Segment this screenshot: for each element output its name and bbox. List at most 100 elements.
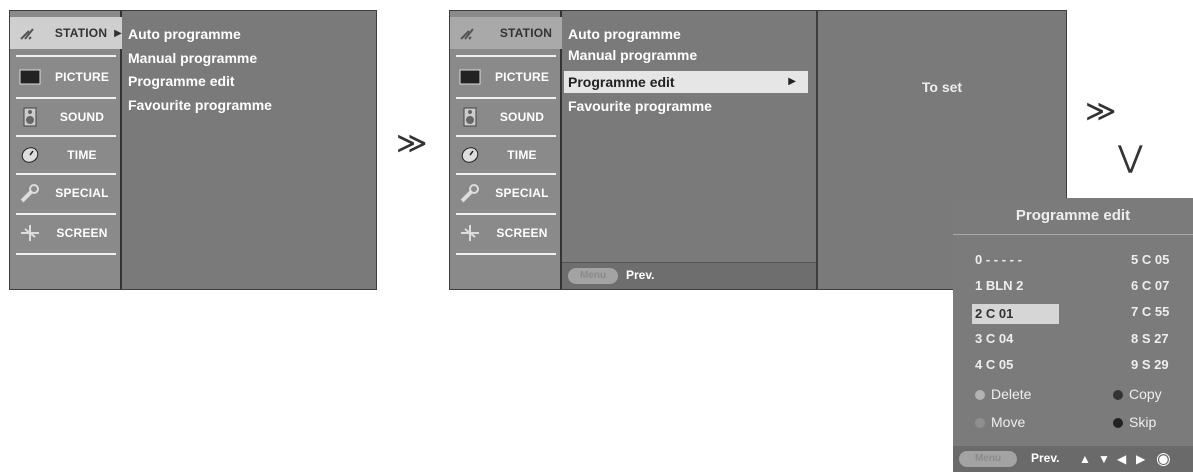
special-icon (458, 184, 482, 203)
green-dot-icon (1113, 390, 1123, 400)
up-arrow-icon[interactable]: ▲ (1079, 452, 1091, 466)
sidebar-item-label: SPECIAL (55, 186, 109, 200)
sidebar-item-picture[interactable]: PICTURE (458, 61, 554, 93)
sidebar-item-time[interactable]: TIME (458, 139, 554, 171)
sidebar-item-label: PICTURE (54, 70, 110, 84)
divider (456, 135, 556, 137)
option-label: Move (991, 414, 1026, 430)
ok-button-icon[interactable]: ◉ (1156, 449, 1171, 469)
sidebar-item-label: STATION (499, 26, 553, 40)
divider (16, 97, 116, 99)
programme-item[interactable]: 7 C 55 (1131, 304, 1169, 319)
picture-icon (18, 68, 42, 86)
menu-item-auto-programme[interactable]: Auto programme (128, 23, 241, 45)
submenu-arrow-icon: ▶ (788, 76, 796, 87)
divider (456, 55, 556, 57)
programme-item[interactable]: 1 BLN 2 (975, 278, 1023, 293)
menu-item-favourite-programme[interactable]: Favourite programme (128, 94, 272, 116)
option-label: Delete (991, 386, 1032, 402)
divider (16, 135, 116, 137)
sidebar-item-label: SPECIAL (495, 186, 549, 200)
sidebar-item-label: STATION (54, 26, 108, 40)
sidebar-item-sound[interactable]: SOUND (18, 101, 114, 133)
copy-option[interactable]: Copy (1113, 386, 1162, 402)
next-step-arrow-icon: ≫ (396, 127, 428, 160)
sidebar-item-sound[interactable]: SOUND (458, 101, 554, 133)
blue-dot-icon (1113, 418, 1123, 428)
station-submenu: Auto programme Manual programme Programm… (562, 11, 816, 289)
screen-icon (18, 224, 42, 242)
submenu-arrow-icon: ▶ (114, 27, 122, 39)
divider (456, 253, 556, 255)
panel-footer: Menu Prev. ▲ ▼ ◀ ▶ ◉ (953, 446, 1193, 472)
divider (456, 213, 556, 215)
prev-label: Prev. (1031, 451, 1060, 465)
sidebar-item-special[interactable]: SPECIAL (18, 177, 114, 209)
programme-item-selected[interactable]: 2 C 01 (972, 304, 1059, 324)
sidebar-item-screen[interactable]: SCREEN (458, 217, 554, 249)
menu-item-programme-edit[interactable]: Programme edit ▶ (564, 71, 808, 93)
programme-item[interactable]: 6 C 07 (1131, 278, 1169, 293)
sidebar-item-label: SOUND (499, 110, 545, 124)
yellow-dot-icon (975, 418, 985, 428)
menu-button[interactable]: Menu (959, 451, 1017, 467)
divider (456, 173, 556, 175)
station-icon (18, 24, 42, 42)
programme-item[interactable]: 5 C 05 (1131, 252, 1169, 267)
station-menu-panel-2: STATION PICTURE SOUND TIME SPECIAL SCREE… (449, 10, 817, 290)
sidebar-item-label: SCREEN (496, 226, 548, 240)
speaker-icon (18, 107, 42, 127)
menu-item-programme-edit[interactable]: Programme edit (128, 70, 235, 92)
programme-item[interactable]: 0 - - - - - (975, 252, 1022, 267)
menu-footer: Menu Prev. (562, 262, 816, 289)
station-menu-panel-1: STATION ▶ PICTURE SOUND TIME SPECIAL SCR… (9, 10, 377, 290)
divider (16, 173, 116, 175)
next-step-arrow-icon: ≫ (1085, 95, 1117, 128)
sidebar-item-special[interactable]: SPECIAL (458, 177, 554, 209)
red-dot-icon (975, 390, 985, 400)
to-set-label: To set (921, 79, 963, 95)
programme-item[interactable]: 8 S 27 (1131, 331, 1169, 346)
programme-edit-panel: Programme edit 0 - - - - - 1 BLN 2 2 C 0… (953, 198, 1193, 472)
special-icon (18, 184, 42, 203)
sidebar: STATION PICTURE SOUND TIME SPECIAL SCREE… (450, 11, 562, 289)
move-option[interactable]: Move (975, 414, 1025, 430)
sidebar-item-station[interactable]: STATION (450, 17, 562, 49)
menu-item-manual-programme[interactable]: Manual programme (568, 44, 697, 66)
sidebar: STATION ▶ PICTURE SOUND TIME SPECIAL SCR… (10, 11, 122, 289)
sidebar-item-time[interactable]: TIME (18, 139, 114, 171)
menu-button[interactable]: Menu (568, 268, 618, 284)
divider (16, 253, 116, 255)
sidebar-item-label: PICTURE (494, 70, 550, 84)
sidebar-item-station[interactable]: STATION ▶ (10, 17, 122, 49)
skip-option[interactable]: Skip (1113, 414, 1156, 430)
menu-item-auto-programme[interactable]: Auto programme (568, 23, 681, 45)
left-arrow-icon[interactable]: ◀ (1117, 452, 1126, 466)
prev-label: Prev. (626, 268, 655, 282)
menu-item-favourite-programme[interactable]: Favourite programme (568, 95, 712, 117)
speaker-icon (458, 107, 482, 127)
programme-item[interactable]: 3 C 04 (975, 331, 1013, 346)
option-label: Skip (1129, 414, 1157, 430)
sidebar-item-picture[interactable]: PICTURE (18, 61, 114, 93)
picture-icon (458, 68, 482, 86)
sidebar-item-label: SCREEN (56, 226, 108, 240)
screen-icon (458, 224, 482, 242)
delete-option[interactable]: Delete (975, 386, 1031, 402)
station-submenu: Auto programme Manual programme Programm… (122, 11, 376, 289)
clock-icon (458, 146, 482, 164)
divider (456, 97, 556, 99)
menu-item-manual-programme[interactable]: Manual programme (128, 47, 257, 69)
sidebar-item-label: TIME (507, 148, 537, 162)
divider (16, 55, 116, 57)
programme-item[interactable]: 9 S 29 (1131, 357, 1169, 372)
panel-title: Programme edit (953, 198, 1193, 235)
station-icon (458, 24, 482, 42)
right-arrow-icon[interactable]: ▶ (1136, 452, 1145, 466)
option-label: Copy (1129, 386, 1162, 402)
programme-item[interactable]: 4 C 05 (975, 357, 1013, 372)
sidebar-item-label: TIME (67, 148, 97, 162)
down-arrow-icon[interactable]: ▼ (1098, 452, 1110, 466)
clock-icon (18, 146, 42, 164)
sidebar-item-screen[interactable]: SCREEN (18, 217, 114, 249)
